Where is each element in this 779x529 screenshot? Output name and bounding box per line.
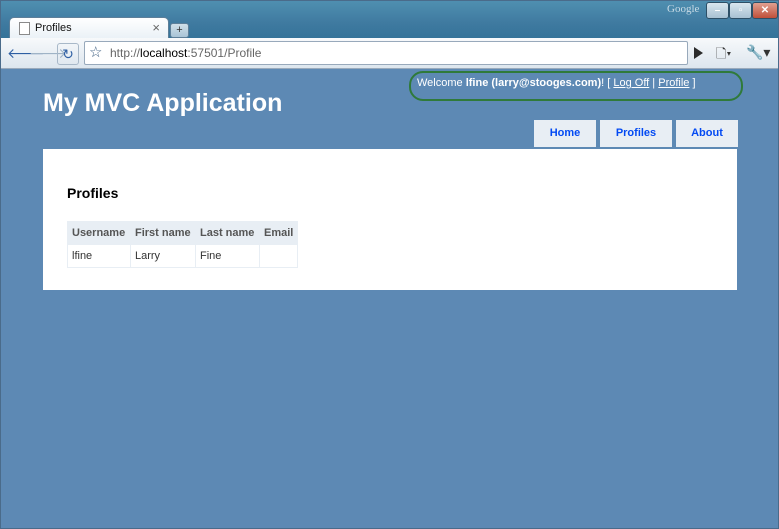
- user-name: lfine (larry@stooges.com): [465, 77, 602, 89]
- login-display: Welcome lfine (larry@stooges.com)! [ Log…: [417, 77, 696, 89]
- browser-window: Profiles × + Google – ▫ ✕ 🡐 🡒 ↻ ☆ http:/…: [0, 0, 779, 529]
- app-title: My MVC Application: [43, 89, 283, 117]
- logoff-link[interactable]: Log Off: [613, 77, 649, 89]
- table-cell: Fine: [195, 244, 260, 268]
- maximize-button[interactable]: ▫: [729, 2, 752, 19]
- web-page: Welcome lfine (larry@stooges.com)! [ Log…: [1, 69, 778, 528]
- table-cell: lfine: [67, 244, 131, 268]
- page-menu-icon[interactable]: 🗋▾: [716, 45, 731, 67]
- brand-label: Google: [667, 3, 700, 15]
- forward-icon[interactable]: 🡒: [29, 43, 67, 63]
- column-header: First name: [130, 221, 196, 245]
- back-icon[interactable]: 🡐: [7, 43, 45, 63]
- reload-icon[interactable]: ↻: [57, 43, 79, 65]
- menu-profiles[interactable]: Profiles: [600, 120, 672, 147]
- table-cell: Larry: [130, 244, 196, 268]
- column-header: Email: [258, 221, 299, 245]
- table-row: lfine Larry Fine: [67, 244, 299, 268]
- star-icon[interactable]: ☆: [89, 43, 102, 61]
- address-bar[interactable]: ☆ http://localhost:57501/Profile: [84, 41, 688, 65]
- browser-tab[interactable]: Profiles ×: [9, 17, 169, 40]
- title-bar: Profiles × + Google – ▫ ✕: [1, 1, 778, 40]
- page-heading: Profiles: [67, 185, 119, 201]
- tab-title: Profiles: [35, 22, 72, 34]
- url-text[interactable]: http://localhost:57501/Profile: [110, 46, 261, 60]
- menu-home[interactable]: Home: [534, 120, 596, 147]
- column-header: Username: [67, 221, 131, 245]
- close-window-button[interactable]: ✕: [752, 2, 778, 19]
- wrench-menu-icon[interactable]: 🔧▾: [746, 44, 770, 61]
- close-tab-icon[interactable]: ×: [152, 20, 160, 35]
- minimize-button[interactable]: –: [706, 2, 729, 19]
- main-content: Profiles Username First name Last name E…: [43, 149, 737, 290]
- column-header: Last name: [195, 221, 260, 245]
- menu-about[interactable]: About: [676, 120, 738, 147]
- table-header-row: Username First name Last name Email: [67, 221, 299, 245]
- page-icon: [19, 22, 30, 35]
- go-icon[interactable]: [694, 47, 703, 59]
- profile-link[interactable]: Profile: [658, 77, 689, 89]
- browser-toolbar: 🡐 🡒 ↻ ☆ http://localhost:57501/Profile 🗋…: [1, 38, 778, 69]
- table-cell: [258, 244, 299, 268]
- profiles-table: Username First name Last name Email lfin…: [67, 221, 299, 268]
- new-tab-button[interactable]: +: [170, 23, 189, 38]
